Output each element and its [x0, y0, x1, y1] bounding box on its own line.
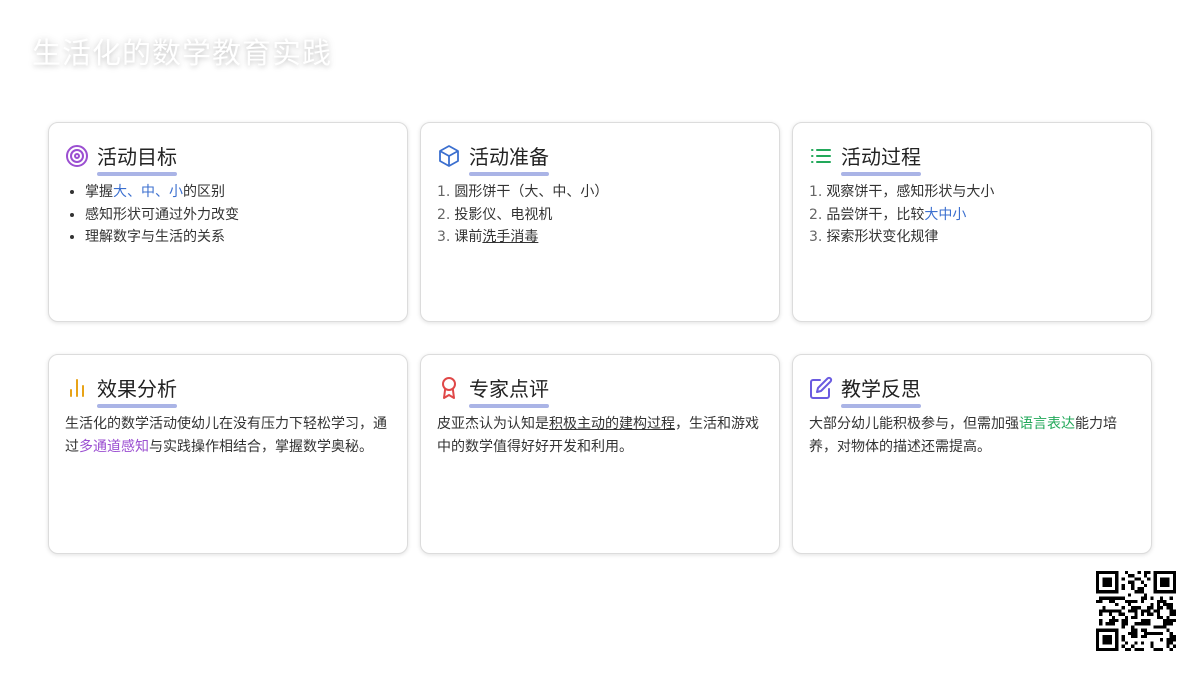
card-body: 掌握大、中、小的区别 感知形状可通过外力改变 理解数字与生活的关系 — [65, 181, 391, 249]
card-effect-analysis: 效果分析 生活化的数学活动使幼儿在没有压力下轻松学习，通过多通道感知与实践操作相… — [48, 354, 408, 554]
card-header: 教学反思 — [809, 373, 1135, 408]
card-activity-process: 活动过程 1. 观察饼干，感知形状与大小 2. 品尝饼干，比较大中小 3. 探索形状变… — [792, 122, 1152, 322]
card-grid: 活动目标 掌握大、中、小的区别 感知形状可通过外力改变 理解数字与生活的关系 活… — [48, 122, 1152, 554]
card-title: 专家点评 — [469, 373, 549, 408]
list-item: 感知形状可通过外力改变 — [85, 204, 391, 227]
card-body: 1. 圆形饼干（大、中、小） 2. 投影仪、电视机 3. 课前洗手消毒 — [437, 181, 763, 249]
list-icon — [809, 144, 833, 168]
list-item: 3. 课前洗手消毒 — [437, 229, 539, 245]
highlight-text: 多通道感知 — [79, 438, 149, 455]
card-activity-goal: 活动目标 掌握大、中、小的区别 感知形状可通过外力改变 理解数字与生活的关系 — [48, 122, 408, 322]
page-title: 生活化的数学教育实践 — [32, 36, 333, 70]
card-title: 效果分析 — [97, 373, 177, 408]
list-item: 掌握大、中、小的区别 — [85, 181, 391, 204]
list-item: 3. 探索形状变化规律 — [809, 229, 939, 245]
list-item: 2. 投影仪、电视机 — [437, 206, 553, 223]
card-title: 教学反思 — [841, 373, 921, 408]
card-expert-review: 专家点评 皮亚杰认为认知是积极主动的建构过程，生活和游戏中的数学值得好好开发和利… — [420, 354, 780, 554]
paragraph: 大部分幼儿能积极参与，但需加强语言表达能力培养，对物体的描述还需提高。 — [809, 416, 1117, 455]
target-icon — [65, 144, 89, 168]
paragraph: 皮亚杰认为认知是积极主动的建构过程，生活和游戏中的数学值得好好开发和利用。 — [437, 416, 759, 455]
card-header: 活动过程 — [809, 141, 1135, 176]
highlight-text: 大、中、小 — [113, 184, 183, 200]
card-activity-prep: 活动准备 1. 圆形饼干（大、中、小） 2. 投影仪、电视机 3. 课前洗手消毒 — [420, 122, 780, 322]
edit-icon — [809, 376, 833, 400]
card-title: 活动准备 — [469, 141, 549, 176]
box-icon — [437, 144, 461, 168]
card-header: 效果分析 — [65, 373, 391, 408]
underlined-text: 积极主动的建构过程 — [549, 416, 675, 432]
highlight-text: 大中小 — [924, 206, 967, 223]
card-body: 大部分幼儿能积极参与，但需加强语言表达能力培养，对物体的描述还需提高。 — [809, 413, 1135, 458]
list-item: 理解数字与生活的关系 — [85, 226, 391, 249]
highlight-text: 语言表达 — [1019, 416, 1075, 432]
card-title: 活动目标 — [97, 141, 177, 176]
list-item: 1. 观察饼干，感知形状与大小 — [809, 184, 995, 200]
card-header: 活动目标 — [65, 141, 391, 176]
card-title: 活动过程 — [841, 141, 921, 176]
card-teaching-reflection: 教学反思 大部分幼儿能积极参与，但需加强语言表达能力培养，对物体的描述还需提高。 — [792, 354, 1152, 554]
card-body: 1. 观察饼干，感知形状与大小 2. 品尝饼干，比较大中小 3. 探索形状变化规律 — [809, 181, 1135, 249]
card-body: 皮亚杰认为认知是积极主动的建构过程，生活和游戏中的数学值得好好开发和利用。 — [437, 413, 763, 458]
underlined-text: 洗手消毒 — [482, 229, 539, 245]
paragraph: 生活化的数学活动使幼儿在没有压力下轻松学习，通过多通道感知与实践操作相结合，掌握… — [65, 416, 387, 455]
card-body: 生活化的数学活动使幼儿在没有压力下轻松学习，通过多通道感知与实践操作相结合，掌握… — [65, 413, 391, 458]
card-header: 专家点评 — [437, 373, 763, 408]
list-item: 2. 品尝饼干，比较大中小 — [809, 206, 967, 223]
card-header: 活动准备 — [437, 141, 763, 176]
qr-code — [1096, 571, 1176, 651]
list-item: 1. 圆形饼干（大、中、小） — [437, 184, 609, 200]
bar-chart-icon — [65, 376, 89, 400]
award-icon — [437, 376, 461, 400]
